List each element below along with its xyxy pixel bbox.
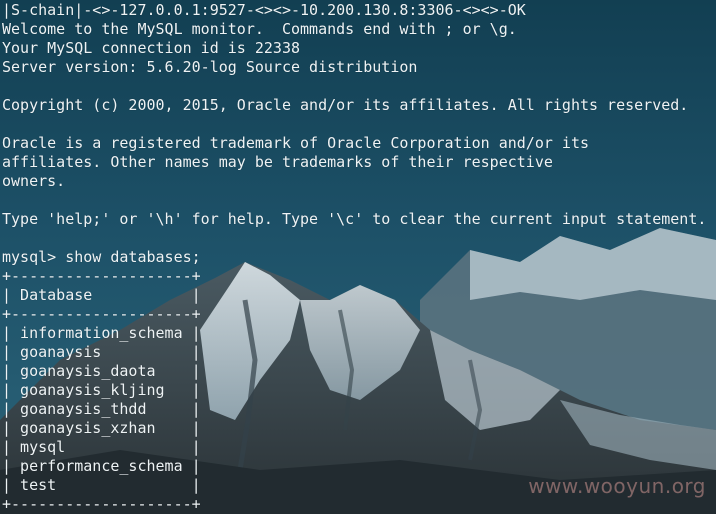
table-border: +--------------------+ xyxy=(2,305,201,323)
terminal-line: Type 'help;' or '\h' for help. Type '\c'… xyxy=(2,210,707,228)
terminal-line: owners. xyxy=(2,172,66,190)
terminal-line: Copyright (c) 2000, 2015, Oracle and/or … xyxy=(2,96,689,114)
table-row: | goanaysis | xyxy=(2,343,201,361)
terminal-line: Oracle is a registered trademark of Orac… xyxy=(2,134,589,152)
table-row: | goanaysis_thdd | xyxy=(2,400,201,418)
terminal-line: affiliates. Other names may be trademark… xyxy=(2,153,553,171)
terminal-line: Your MySQL connection id is 22338 xyxy=(2,39,301,57)
terminal-line: Server version: 5.6.20-log Source distri… xyxy=(2,58,418,76)
table-border: +--------------------+ xyxy=(2,267,201,285)
table-row: | information_schema | xyxy=(2,324,201,342)
terminal-window[interactable]: |S-chain|-<>-127.0.0.1:9527-<><>-10.200.… xyxy=(0,0,716,514)
table-row: | goanaysis_daota | xyxy=(2,362,201,380)
table-row: | mysql | xyxy=(2,438,201,456)
mysql-prompt-command: mysql> show databases; xyxy=(2,248,201,266)
watermark-text: www.wooyun.org xyxy=(528,474,706,498)
table-row: | goanaysis_xzhan | xyxy=(2,419,201,437)
terminal-output: |S-chain|-<>-127.0.0.1:9527-<><>-10.200.… xyxy=(2,1,706,514)
table-header: | Database | xyxy=(2,286,201,304)
terminal-line: Welcome to the MySQL monitor. Commands e… xyxy=(2,20,517,38)
proxychains-status-line: |S-chain|-<>-127.0.0.1:9527-<><>-10.200.… xyxy=(2,1,526,19)
table-row: | goanaysis_kljing | xyxy=(2,381,201,399)
